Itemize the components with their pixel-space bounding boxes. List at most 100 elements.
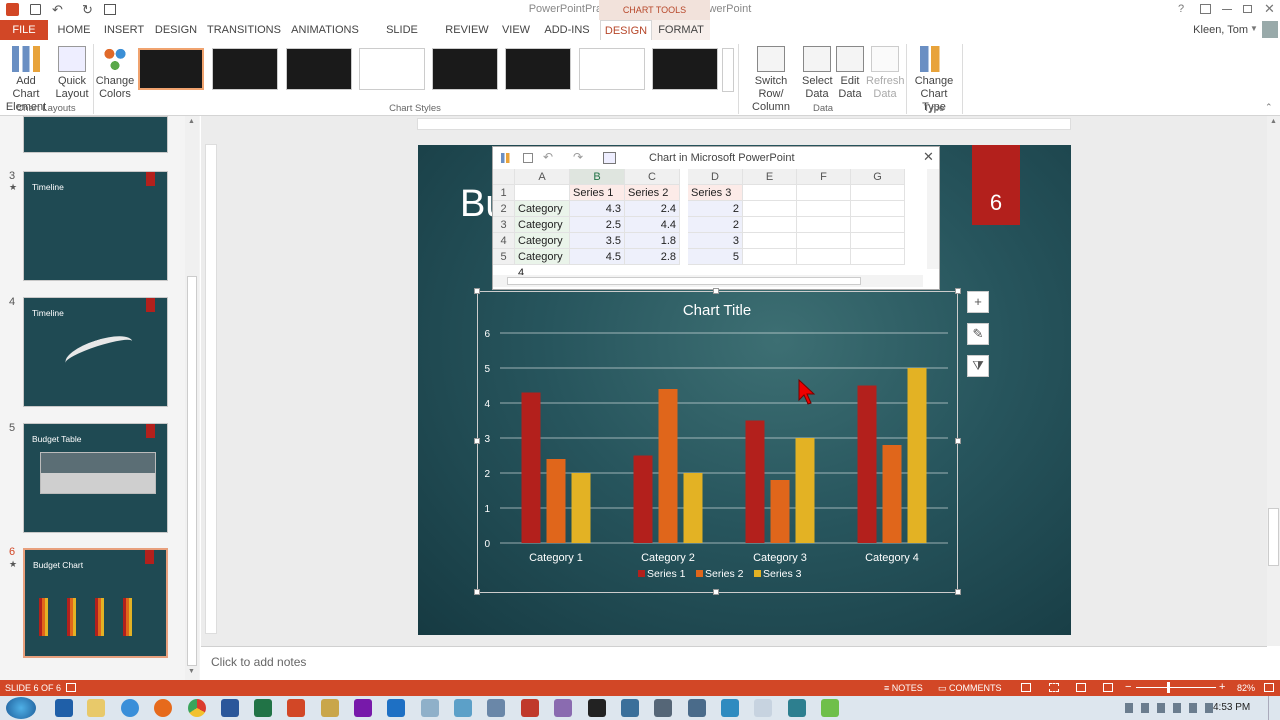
app-icon[interactable]	[721, 699, 739, 717]
start-button[interactable]	[6, 697, 36, 719]
app-icon[interactable]	[821, 699, 839, 717]
scroll-up-icon[interactable]: ▲	[188, 118, 195, 125]
outlook-icon[interactable]	[55, 699, 73, 717]
table-cell[interactable]	[851, 185, 905, 201]
chart-filters-button[interactable]: ⧩	[967, 355, 989, 377]
row-header[interactable]: 2	[493, 201, 515, 217]
scrollbar-thumb[interactable]	[1268, 508, 1279, 566]
tab-slideshow[interactable]: SLIDE SHOW	[368, 20, 436, 56]
table-cell[interactable]: 1.8	[625, 233, 680, 249]
fit-slide-icon[interactable]	[1264, 683, 1274, 692]
column-header[interactable]: F	[797, 169, 851, 185]
main-scrollbar[interactable]: ▲	[1267, 116, 1280, 646]
column-chart[interactable]: Chart Title 0 1 2 3 4 5 6 Category 1 Category 2 Ca…	[478, 292, 957, 592]
chart-style-4[interactable]	[359, 48, 425, 90]
table-cell[interactable]: 2	[688, 201, 743, 217]
bar[interactable]	[907, 368, 927, 543]
resize-handle[interactable]	[474, 288, 480, 294]
scroll-up-icon[interactable]: ▲	[1270, 118, 1277, 125]
slide-thumbnail-2[interactable]	[23, 116, 168, 153]
table-cell[interactable]: Series 2	[625, 185, 680, 201]
user-name[interactable]: Kleen, Tom	[1188, 20, 1248, 40]
onenote-icon[interactable]	[354, 699, 372, 717]
comments-button[interactable]: ▭ COMMENTS	[938, 683, 1002, 694]
app-icon[interactable]	[654, 699, 672, 717]
tab-file[interactable]: FILE	[0, 20, 48, 40]
table-cell[interactable]: 3.5	[570, 233, 625, 249]
slideshow-icon[interactable]	[1103, 683, 1113, 692]
spell-check-icon[interactable]	[66, 683, 76, 692]
powerpoint-icon[interactable]	[287, 699, 305, 717]
select-data-button[interactable]: Select Data	[802, 46, 833, 101]
save-icon[interactable]	[523, 153, 533, 163]
firefox-icon[interactable]	[154, 699, 172, 717]
close-icon[interactable]: ✕	[923, 149, 934, 165]
slide-sorter-icon[interactable]	[1049, 683, 1059, 692]
word-icon[interactable]	[221, 699, 239, 717]
tray-icons[interactable]	[1125, 703, 1215, 713]
change-colors-button[interactable]: Change Colors	[95, 46, 135, 101]
column-header[interactable]: G	[851, 169, 905, 185]
scroll-down-icon[interactable]: ▼	[188, 668, 195, 675]
table-cell[interactable]	[743, 249, 797, 265]
app-icon[interactable]	[521, 699, 539, 717]
bar[interactable]	[882, 445, 902, 543]
slide-info[interactable]: SLIDE 6 OF 6	[5, 683, 61, 693]
bar[interactable]	[521, 392, 541, 544]
table-cell[interactable]	[851, 249, 905, 265]
table-cell[interactable]	[851, 233, 905, 249]
zoom-level[interactable]: 82%	[1237, 683, 1255, 693]
table-cell[interactable]: 4.3	[570, 201, 625, 217]
thumbnail-scrollbar[interactable]: ▲ ▼	[185, 116, 199, 680]
bar[interactable]	[633, 455, 653, 544]
help-icon[interactable]: ?	[1178, 3, 1184, 15]
collapse-ribbon-icon[interactable]: ⌃	[1265, 102, 1273, 113]
file-explorer-icon[interactable]	[87, 699, 105, 717]
app-icon[interactable]	[588, 699, 606, 717]
tab-review[interactable]: REVIEW	[442, 20, 492, 40]
normal-view-icon[interactable]	[1021, 683, 1031, 692]
bar[interactable]	[683, 473, 703, 543]
clock[interactable]: 4:53 PM	[1213, 702, 1250, 713]
internet-explorer-icon[interactable]	[121, 699, 139, 717]
app-icon[interactable]	[487, 699, 505, 717]
chart-style-3[interactable]	[286, 48, 352, 90]
resize-handle[interactable]	[955, 589, 961, 595]
resize-handle[interactable]	[955, 438, 961, 444]
slide-thumbnail-5[interactable]: Budget Table	[23, 423, 168, 533]
close-icon[interactable]: ✕	[1264, 1, 1275, 17]
app-icon[interactable]	[554, 699, 572, 717]
column-header[interactable]: C	[625, 169, 680, 185]
slide-thumbnail-6[interactable]: Budget Chart	[23, 548, 168, 658]
scrollbar-thumb[interactable]	[507, 277, 861, 285]
tab-view[interactable]: VIEW	[497, 20, 535, 40]
restore-icon[interactable]	[1243, 5, 1252, 13]
table-cell[interactable]: Series 1	[570, 185, 625, 201]
table-cell[interactable]: 2	[688, 217, 743, 233]
tab-insert[interactable]: INSERT	[100, 20, 148, 40]
chart-elements-button[interactable]: +	[967, 291, 989, 313]
chrome-icon[interactable]	[188, 699, 206, 717]
tab-animations[interactable]: ANIMATIONS	[287, 20, 363, 40]
ribbon-display-icon[interactable]	[1200, 4, 1211, 14]
row-header[interactable]: 3	[493, 217, 515, 233]
zoom-slider[interactable]	[1136, 682, 1216, 693]
table-cell[interactable]	[797, 201, 851, 217]
quick-layout-button[interactable]: Quick Layout	[54, 46, 90, 101]
minimize-icon[interactable]	[1222, 9, 1232, 10]
excel-icon[interactable]	[254, 699, 272, 717]
app-icon[interactable]	[421, 699, 439, 717]
gallery-scroll[interactable]	[722, 48, 734, 92]
column-header[interactable]: B	[570, 169, 625, 185]
bar[interactable]	[658, 389, 678, 543]
app-icon[interactable]	[621, 699, 639, 717]
chart-title[interactable]: Chart Title	[683, 302, 751, 319]
table-cell[interactable]: Category 4	[515, 249, 570, 279]
tab-home[interactable]: HOME	[52, 20, 96, 40]
table-cell[interactable]: Series 3	[688, 185, 743, 201]
tab-transitions[interactable]: TRANSITIONS	[206, 20, 282, 40]
redo-icon[interactable]: ↷	[573, 150, 583, 164]
select-all-corner[interactable]	[493, 169, 515, 185]
chart-style-7[interactable]	[579, 48, 645, 90]
zoom-slider-thumb[interactable]	[1167, 682, 1170, 693]
